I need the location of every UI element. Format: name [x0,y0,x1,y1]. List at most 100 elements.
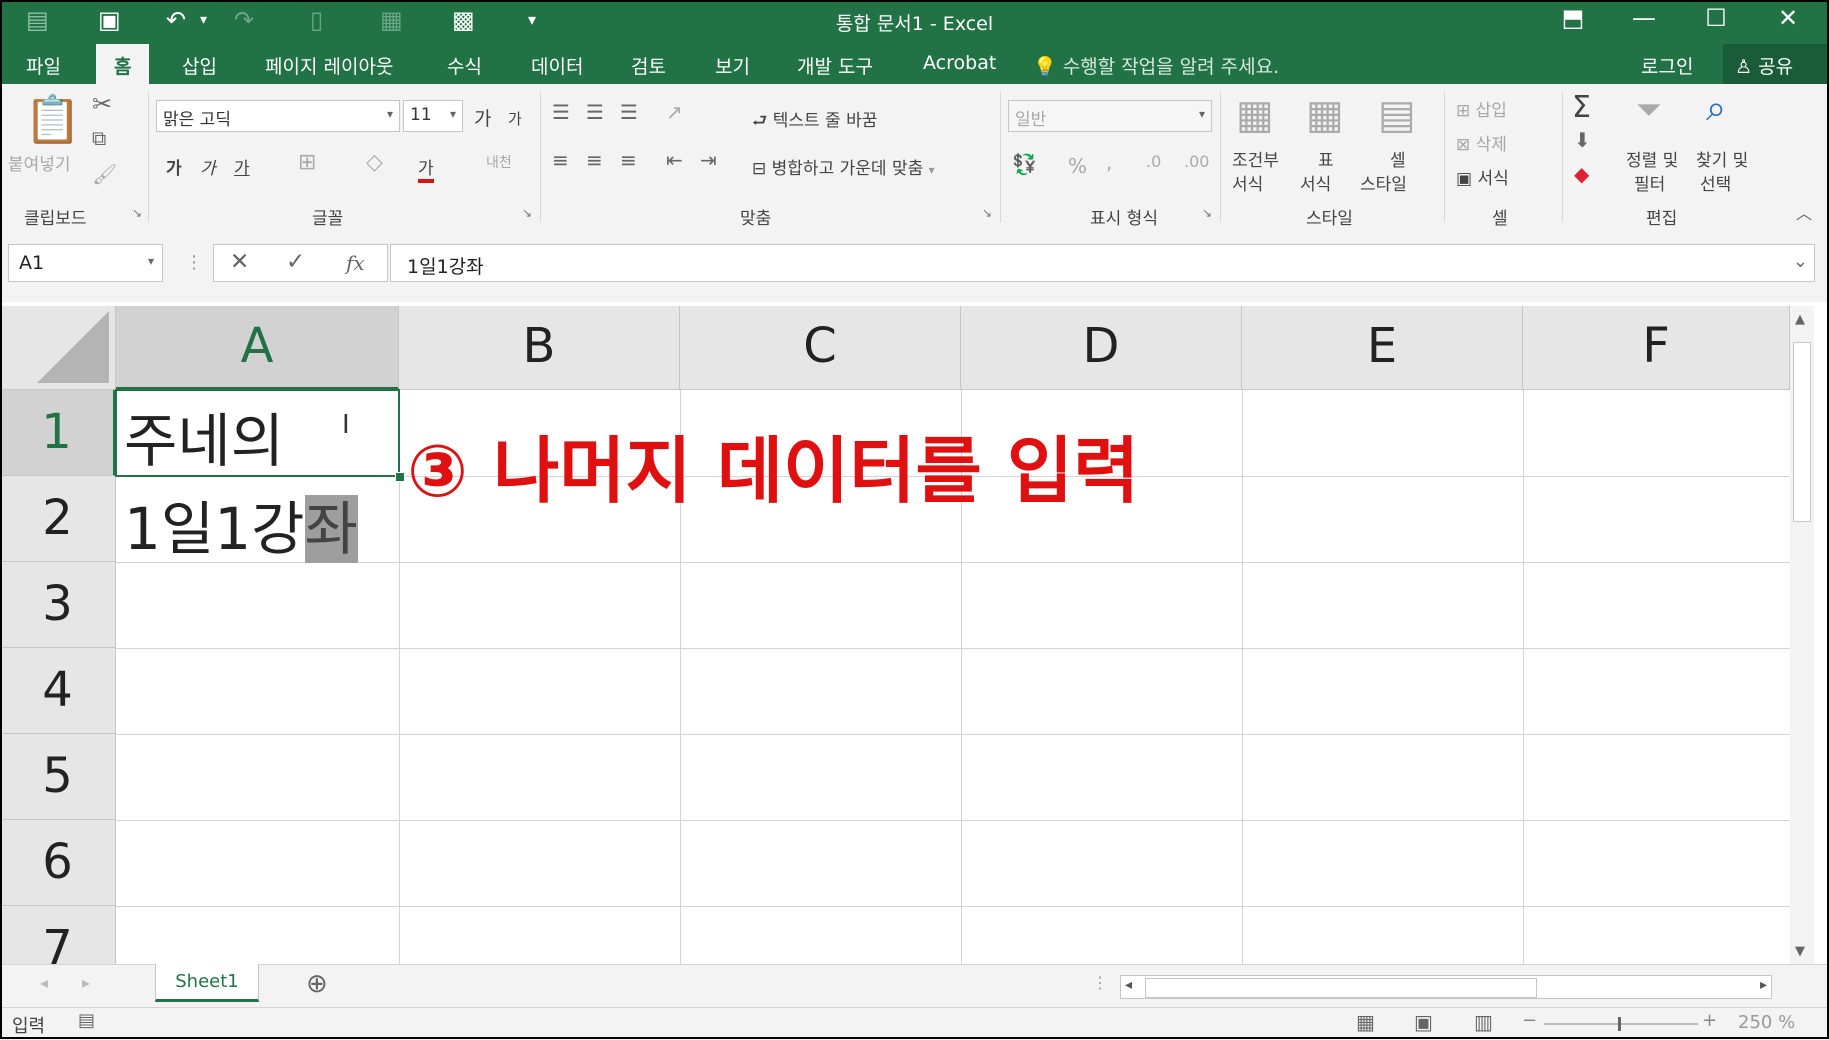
paste-button-label[interactable]: 붙여넣기 [8,150,71,175]
underline-button[interactable]: 가 [234,154,250,179]
insert-cells-button[interactable]: ⊞ 삽입 [1456,96,1507,121]
scroll-down-icon[interactable]: ▼ [1795,944,1805,959]
autosum-icon[interactable]: Σ [1572,90,1591,125]
zoom-slider-thumb[interactable] [1618,1017,1621,1031]
increase-indent-icon[interactable]: ⇥ [700,148,717,172]
row-header-3[interactable]: 3 [0,562,116,648]
vertical-scrollbar[interactable]: ▲ ▼ [1790,306,1814,964]
format-painter-icon[interactable]: 🖌 [92,162,117,186]
select-all-button[interactable] [0,306,116,390]
orientation-icon[interactable]: ↗ [666,100,683,124]
horizontal-scroll-thumb[interactable] [1145,978,1537,998]
worksheet-grid[interactable]: A B C D E F 1 2 3 4 5 6 7 주네의 I 1일1강좌 ③ … [0,306,1790,964]
tab-review[interactable]: 검토 [631,52,666,79]
tab-page-layout[interactable]: 페이지 레이아웃 [265,52,393,79]
increase-decimal-icon[interactable]: .0 [1146,152,1161,171]
column-header-f[interactable]: F [1523,306,1790,390]
merge-center-button[interactable]: ⊟ 병합하고 가운데 맞춤 ▾ [752,154,935,179]
sort-filter-label-2[interactable]: 필터 [1634,170,1665,195]
vertical-scroll-thumb[interactable] [1793,342,1811,522]
tab-insert[interactable]: 삽입 [182,52,217,79]
sheet-scroll-right-icon[interactable]: ▸ [82,973,90,992]
font-color-button[interactable]: 가 [418,154,434,183]
find-select-label-2[interactable]: 선택 [1700,170,1731,195]
zoom-out-icon[interactable]: − [1522,1010,1537,1031]
align-middle-icon[interactable]: ☰ [586,100,604,124]
wrap-text-button[interactable]: ⮐ 텍스트 줄 바꿈 [752,106,877,137]
format-as-table-icon[interactable]: ▦ [1306,92,1344,138]
page-break-view-icon[interactable]: ▥ [1474,1010,1493,1034]
row-header-5[interactable]: 5 [0,734,116,820]
align-bottom-icon[interactable]: ☰ [620,100,638,124]
row-header-4[interactable]: 4 [0,648,116,734]
close-button[interactable]: ✕ [1768,4,1808,32]
sheet-tab-sheet1[interactable]: Sheet1 [155,964,259,1002]
align-left-icon[interactable]: ≡ [552,148,569,172]
delete-cells-button[interactable]: ⊠ 삭제 [1456,130,1507,155]
find-select-icon[interactable]: ⌕ [1706,88,1726,130]
cell-styles-icon[interactable]: ▤ [1378,92,1416,138]
conditional-formatting-icon[interactable]: ▦ [1236,92,1274,138]
accounting-format-icon[interactable]: 💱 [1012,152,1037,176]
decrease-indent-icon[interactable]: ⇤ [666,148,683,172]
fill-icon[interactable]: ⬇ [1574,128,1591,152]
splitter-icon[interactable]: ⋮ [1092,973,1108,992]
cell-a2[interactable]: 1일1강좌 [124,482,358,566]
tab-developer[interactable]: 개발 도구 [797,52,873,79]
phonetic-button[interactable]: 내천 [486,152,512,172]
tab-file[interactable]: 파일 [26,52,61,79]
ribbon-display-options-icon[interactable]: ⬒ [1553,4,1593,32]
normal-view-icon[interactable]: ▦ [1356,1010,1375,1034]
font-size-select[interactable]: 11 ▾ [403,100,463,132]
zoom-in-icon[interactable]: + [1702,1010,1717,1031]
tell-me-search[interactable]: 💡 수행할 작업을 알려 주세요. [1033,52,1279,79]
percent-style-button[interactable]: % [1068,154,1087,178]
share-button[interactable]: ♙ 공유 [1723,44,1829,84]
new-sheet-icon[interactable]: ⊕ [306,969,328,999]
find-select-label[interactable]: 찾기 및 [1696,146,1748,171]
format-as-table-label-2[interactable]: 서식 [1300,170,1331,195]
column-header-d[interactable]: D [961,306,1242,390]
copy-icon[interactable]: ⧉ [92,126,106,150]
expand-formula-icon[interactable]: ⌄ [1793,251,1808,272]
font-launcher-icon[interactable]: ↘ [522,206,532,220]
align-center-icon[interactable]: ≡ [586,148,603,172]
login-button[interactable]: 로그인 [1641,52,1693,79]
font-name-select[interactable]: 맑은 고딕 ▾ [156,100,400,132]
tab-view[interactable]: 보기 [715,52,750,79]
minimize-button[interactable]: — [1624,4,1664,32]
clipboard-launcher-icon[interactable]: ↘ [132,206,142,220]
conditional-formatting-label-2[interactable]: 서식 [1232,170,1263,195]
macro-record-icon[interactable]: ▤ [78,1010,95,1031]
zoom-slider[interactable] [1544,1017,1698,1031]
alignment-launcher-icon[interactable]: ↘ [982,206,992,220]
shrink-font-button[interactable]: 가 [508,108,522,129]
row-header-1[interactable]: 1 [0,390,116,476]
italic-button[interactable]: 가 [200,154,216,179]
tab-home[interactable]: 홈 [96,44,150,84]
cell-styles-label-2[interactable]: 스타일 [1360,170,1407,195]
tab-formulas[interactable]: 수식 [447,52,482,79]
row-header-6[interactable]: 6 [0,820,116,906]
confirm-entry-button[interactable]: ✓ [286,249,305,275]
name-box[interactable]: A1 ▾ [8,244,163,282]
fill-handle[interactable] [395,472,405,482]
page-layout-view-icon[interactable]: ▣ [1414,1010,1433,1034]
column-header-a[interactable]: A [116,306,399,390]
collapse-ribbon-icon[interactable]: ︿ [1796,200,1812,224]
conditional-formatting-label[interactable]: 조건부 [1232,146,1279,171]
tab-data[interactable]: 데이터 [531,52,583,79]
scroll-left-icon[interactable]: ◂ [1125,977,1132,993]
cell-styles-label[interactable]: 셀 [1390,146,1406,171]
horizontal-scrollbar[interactable]: ◂ ▸ [1120,975,1772,999]
column-header-c[interactable]: C [680,306,961,390]
formula-input[interactable]: 1일1강좌 ⌄ [390,244,1815,282]
format-as-table-label[interactable]: 표 [1318,146,1334,171]
grow-font-button[interactable]: 가 [474,104,491,131]
format-cells-button[interactable]: ▣ 서식 [1456,164,1509,189]
borders-icon[interactable]: ⊞ [298,150,316,175]
column-header-e[interactable]: E [1242,306,1523,390]
fill-color-icon[interactable]: ◇ [366,150,383,175]
number-format-select[interactable]: 일반 ▾ [1008,100,1212,132]
tab-acrobat[interactable]: Acrobat [923,52,996,74]
